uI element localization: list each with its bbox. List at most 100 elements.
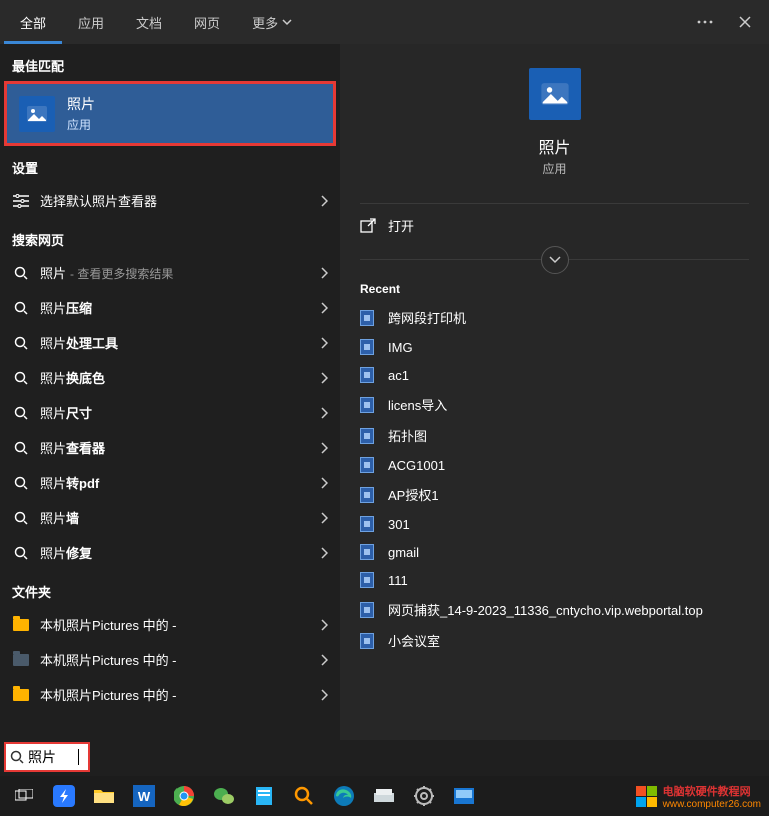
recent-item-label: gmail (388, 545, 419, 560)
folder-result[interactable]: 本机照片Pictures 中的 - (0, 677, 340, 712)
recent-item-label: IMG (388, 340, 413, 355)
chevron-right-icon (320, 689, 328, 701)
taskbar-app-chrome[interactable] (164, 776, 204, 816)
best-match-header: 最佳匹配 (0, 44, 340, 81)
image-file-icon (360, 310, 374, 326)
folder-result[interactable]: 本机照片Pictures 中的 - (0, 607, 340, 642)
web-result-label: 照片换底色 (40, 368, 320, 387)
text-cursor (78, 749, 79, 765)
settings-result-label: 选择默认照片查看器 (40, 191, 320, 210)
chevron-right-icon (320, 407, 328, 419)
preview-title: 照片 (538, 134, 570, 158)
open-icon (360, 218, 376, 234)
taskbar-app-generic[interactable] (444, 776, 484, 816)
web-result-label: 照片处理工具 (40, 333, 320, 352)
search-icon (294, 786, 314, 806)
search-input-wrap[interactable] (4, 742, 90, 772)
taskbar-search[interactable] (284, 776, 324, 816)
recent-item-label: 网页捕获_14-9-2023_11336_cntycho.vip.webport… (388, 600, 703, 619)
tab-more-label: 更多 (252, 13, 278, 32)
recent-item[interactable]: 网页捕获_14-9-2023_11336_cntycho.vip.webport… (340, 594, 769, 625)
tab-more[interactable]: 更多 (236, 0, 308, 44)
taskbar-app-notes[interactable] (244, 776, 284, 816)
recent-item[interactable]: 拓扑图 (340, 420, 769, 451)
tab-apps[interactable]: 应用 (62, 0, 120, 44)
search-input[interactable] (28, 749, 78, 765)
recent-item[interactable]: 301 (340, 510, 769, 538)
watermark: 电脑软硬件教程网 www.computer26.com (636, 783, 761, 810)
web-result[interactable]: 照片 - 查看更多搜索结果 (0, 255, 340, 290)
recent-item-label: licens导入 (388, 395, 447, 414)
taskbar-app-wechat[interactable] (204, 776, 244, 816)
search-icon (10, 750, 24, 764)
more-options-button[interactable] (685, 0, 725, 44)
results-list: 最佳匹配 照片 应用 设置 选择默认照片查看器 搜 (0, 44, 340, 740)
best-match-title: 照片 (67, 94, 95, 114)
close-button[interactable] (725, 0, 765, 44)
chevron-right-icon (320, 337, 328, 349)
folder-icon (12, 654, 30, 666)
folder-result[interactable]: 本机照片Pictures 中的 - (0, 642, 340, 677)
web-result[interactable]: 照片压缩 (0, 290, 340, 325)
edge-icon (334, 786, 354, 806)
web-result-label: 照片墙 (40, 508, 320, 527)
tab-docs[interactable]: 文档 (120, 0, 178, 44)
tab-web[interactable]: 网页 (178, 0, 236, 44)
tab-all[interactable]: 全部 (4, 0, 62, 44)
recent-item[interactable]: 跨网段打印机 (340, 302, 769, 333)
web-result[interactable]: 照片换底色 (0, 360, 340, 395)
web-result[interactable]: 照片修复 (0, 535, 340, 570)
app-icon (454, 788, 474, 804)
recent-item[interactable]: ac1 (340, 361, 769, 389)
taskbar-app-settings[interactable] (404, 776, 444, 816)
recent-item[interactable]: IMG (340, 333, 769, 361)
open-action[interactable]: 打开 (340, 204, 769, 247)
chrome-icon (174, 786, 194, 806)
folders-header: 文件夹 (0, 570, 340, 607)
taskbar-app-word[interactable]: W (124, 776, 164, 816)
expand-button[interactable] (541, 246, 569, 274)
taskbar-app-edge[interactable] (324, 776, 364, 816)
image-file-icon (360, 397, 374, 413)
image-file-icon (360, 428, 374, 444)
task-view-button[interactable] (4, 776, 44, 816)
settings-result[interactable]: 选择默认照片查看器 (0, 183, 340, 218)
best-match-item[interactable]: 照片 应用 (4, 81, 336, 146)
image-file-icon (360, 544, 374, 560)
web-result[interactable]: 照片墙 (0, 500, 340, 535)
chevron-right-icon (320, 512, 328, 524)
recent-item-label: AP授权1 (388, 485, 439, 504)
task-view-icon (15, 789, 33, 803)
web-result[interactable]: 照片转pdf (0, 465, 340, 500)
recent-item[interactable]: AP授权1 (340, 479, 769, 510)
settings-list-icon (12, 194, 30, 208)
preview-sub: 应用 (542, 160, 566, 177)
recent-item[interactable]: 111 (340, 566, 769, 594)
thunder-icon (53, 785, 75, 807)
search-icon (12, 406, 30, 420)
wechat-icon (213, 786, 235, 806)
folder-icon (93, 787, 115, 805)
word-icon: W (133, 785, 155, 807)
folder-result-label: 本机照片Pictures 中的 - (40, 615, 320, 634)
recent-item-label: 301 (388, 517, 410, 532)
recent-item-label: 小会议室 (388, 631, 440, 650)
best-match-sub: 应用 (67, 116, 95, 133)
recent-item[interactable]: licens导入 (340, 389, 769, 420)
taskbar-app-thunder[interactable] (44, 776, 84, 816)
web-result[interactable]: 照片处理工具 (0, 325, 340, 360)
chevron-right-icon (320, 267, 328, 279)
recent-item[interactable]: 小会议室 (340, 625, 769, 656)
preview-pane: 照片 应用 打开 Recent 跨网段打印机IMGac1licens导入拓扑图A… (340, 44, 769, 740)
taskbar-app-scanner[interactable] (364, 776, 404, 816)
recent-item[interactable]: gmail (340, 538, 769, 566)
recent-item-label: 跨网段打印机 (388, 308, 466, 327)
web-result[interactable]: 照片尺寸 (0, 395, 340, 430)
taskbar-app-explorer[interactable] (84, 776, 124, 816)
web-result[interactable]: 照片查看器 (0, 430, 340, 465)
recent-item[interactable]: ACG1001 (340, 451, 769, 479)
scanner-icon (373, 788, 395, 804)
search-icon (12, 301, 30, 315)
folder-result-label: 本机照片Pictures 中的 - (40, 650, 320, 669)
watermark-text-2: www.computer26.com (663, 799, 761, 810)
